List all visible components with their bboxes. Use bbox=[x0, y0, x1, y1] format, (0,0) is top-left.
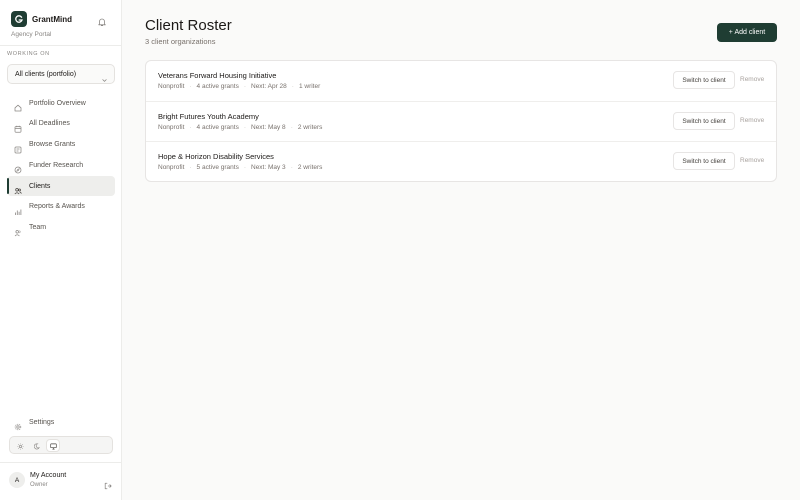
separator-dot: · bbox=[243, 83, 246, 90]
bar-chart-icon bbox=[14, 203, 22, 215]
nav-item-label: Browse Grants bbox=[29, 141, 76, 149]
gear-icon bbox=[14, 418, 22, 431]
account-name: My Account bbox=[30, 472, 67, 479]
client-row: Veterans Forward Housing Initiative Nonp… bbox=[146, 61, 776, 101]
nav-item-portfolio-overview[interactable]: Portfolio Overview bbox=[7, 93, 115, 113]
client-grants: 4 active grants bbox=[196, 124, 239, 131]
avatar[interactable]: A bbox=[9, 472, 25, 488]
theme-dark-button[interactable] bbox=[31, 440, 43, 451]
calendar-icon bbox=[14, 120, 22, 133]
client-writers: 1 writer bbox=[298, 83, 321, 90]
client-grants: 4 active grants bbox=[196, 83, 239, 90]
client-next-deadline: Next: May 3 bbox=[251, 164, 286, 171]
client-next-deadline: Next: May 8 bbox=[251, 124, 286, 131]
client-writers: 2 writers bbox=[297, 164, 323, 171]
switch-to-client-button[interactable]: Switch to client bbox=[673, 152, 735, 170]
home-icon bbox=[14, 99, 22, 112]
account-role: Owner bbox=[30, 482, 48, 488]
monitor-icon bbox=[49, 437, 57, 455]
grantmind-logo-icon bbox=[11, 11, 27, 27]
nav-item-all-deadlines[interactable]: All Deadlines bbox=[7, 114, 115, 134]
theme-switcher bbox=[9, 436, 113, 454]
separator-dot: · bbox=[243, 164, 246, 171]
client-name: Bright Futures Youth Academy bbox=[158, 112, 259, 121]
client-type: Nonprofit bbox=[158, 83, 185, 90]
nav-item-browse-grants[interactable]: Browse Grants bbox=[7, 135, 115, 155]
client-grants: 5 active grants bbox=[196, 164, 239, 171]
client-meta: Nonprofit · 5 active grants · Next: May 3 ·… bbox=[158, 164, 322, 171]
client-meta: Nonprofit · 4 active grants · Next: May 8 ·… bbox=[158, 124, 322, 131]
theme-light-button[interactable] bbox=[14, 440, 26, 451]
nav-item-label: All Deadlines bbox=[29, 120, 70, 128]
client-list: Veterans Forward Housing Initiative Nonp… bbox=[145, 60, 777, 182]
remove-client-button[interactable]: Remove bbox=[740, 76, 764, 83]
client-name: Veterans Forward Housing Initiative bbox=[158, 71, 277, 80]
divider bbox=[0, 462, 121, 463]
separator-dot: · bbox=[290, 164, 293, 171]
brand[interactable]: GrantMind bbox=[11, 11, 72, 27]
nav-item-label: Portfolio Overview bbox=[29, 99, 86, 107]
switch-to-client-button[interactable]: Switch to client bbox=[673, 71, 735, 89]
nav-item-label: Reports & Awards bbox=[29, 203, 85, 211]
nav-item-funder-research[interactable]: Funder Research bbox=[7, 155, 115, 175]
client-type: Nonprofit bbox=[158, 164, 185, 171]
sidebar-nav: Portfolio Overview All Deadlines Browse … bbox=[7, 93, 115, 239]
remove-client-button[interactable]: Remove bbox=[740, 157, 764, 164]
brand-subtitle: Agency Portal bbox=[11, 31, 52, 38]
users-icon bbox=[14, 182, 22, 195]
settings-link[interactable]: Settings bbox=[7, 414, 115, 431]
client-writers: 2 writers bbox=[297, 124, 323, 131]
working-on-label: WORKING ON bbox=[7, 51, 50, 57]
client-row: Hope & Horizon Disability Services Nonpr… bbox=[146, 141, 776, 181]
nav-item-reports-awards[interactable]: Reports & Awards bbox=[7, 197, 115, 217]
switch-to-client-button[interactable]: Switch to client bbox=[673, 112, 735, 130]
add-client-button[interactable]: + Add client bbox=[717, 23, 777, 42]
page-subtitle: 3 client organizations bbox=[145, 37, 216, 46]
client-next-deadline: Next: Apr 28 bbox=[251, 83, 287, 90]
nav-item-team[interactable]: Team bbox=[7, 218, 115, 238]
settings-label: Settings bbox=[29, 418, 55, 426]
sun-icon bbox=[16, 437, 24, 455]
separator-dot: · bbox=[291, 83, 294, 90]
separator-dot: · bbox=[189, 164, 192, 171]
separator-dot: · bbox=[290, 124, 293, 131]
separator-dot: · bbox=[189, 124, 192, 131]
sidebar: GrantMind Agency Portal WORKING ON All c… bbox=[0, 0, 122, 500]
team-icon bbox=[14, 224, 22, 237]
client-selector[interactable]: All clients (portfolio) bbox=[7, 64, 115, 84]
client-row: Bright Futures Youth Academy Nonprofit · … bbox=[146, 101, 776, 141]
client-selector-value: All clients (portfolio) bbox=[15, 71, 77, 78]
nav-item-label: Funder Research bbox=[29, 161, 84, 169]
nav-item-clients[interactable]: Clients bbox=[7, 176, 115, 197]
page-title: Client Roster bbox=[145, 17, 232, 34]
separator-dot: · bbox=[243, 124, 246, 131]
moon-icon bbox=[33, 437, 41, 455]
client-type: Nonprofit bbox=[158, 124, 185, 131]
separator-dot: · bbox=[189, 83, 192, 90]
remove-client-button[interactable]: Remove bbox=[740, 117, 764, 124]
theme-system-button[interactable] bbox=[47, 440, 59, 451]
compass-icon bbox=[14, 161, 22, 174]
brand-name: GrantMind bbox=[32, 14, 72, 24]
nav-item-label: Team bbox=[29, 224, 47, 232]
client-name: Hope & Horizon Disability Services bbox=[158, 152, 274, 161]
logout-icon[interactable] bbox=[104, 477, 112, 490]
nav-item-label: Clients bbox=[29, 182, 51, 190]
client-meta: Nonprofit · 4 active grants · Next: Apr 28… bbox=[158, 83, 320, 90]
search-icon bbox=[14, 141, 22, 153]
divider bbox=[0, 45, 121, 46]
chevron-down-icon bbox=[101, 71, 108, 82]
bell-icon[interactable] bbox=[97, 14, 107, 26]
